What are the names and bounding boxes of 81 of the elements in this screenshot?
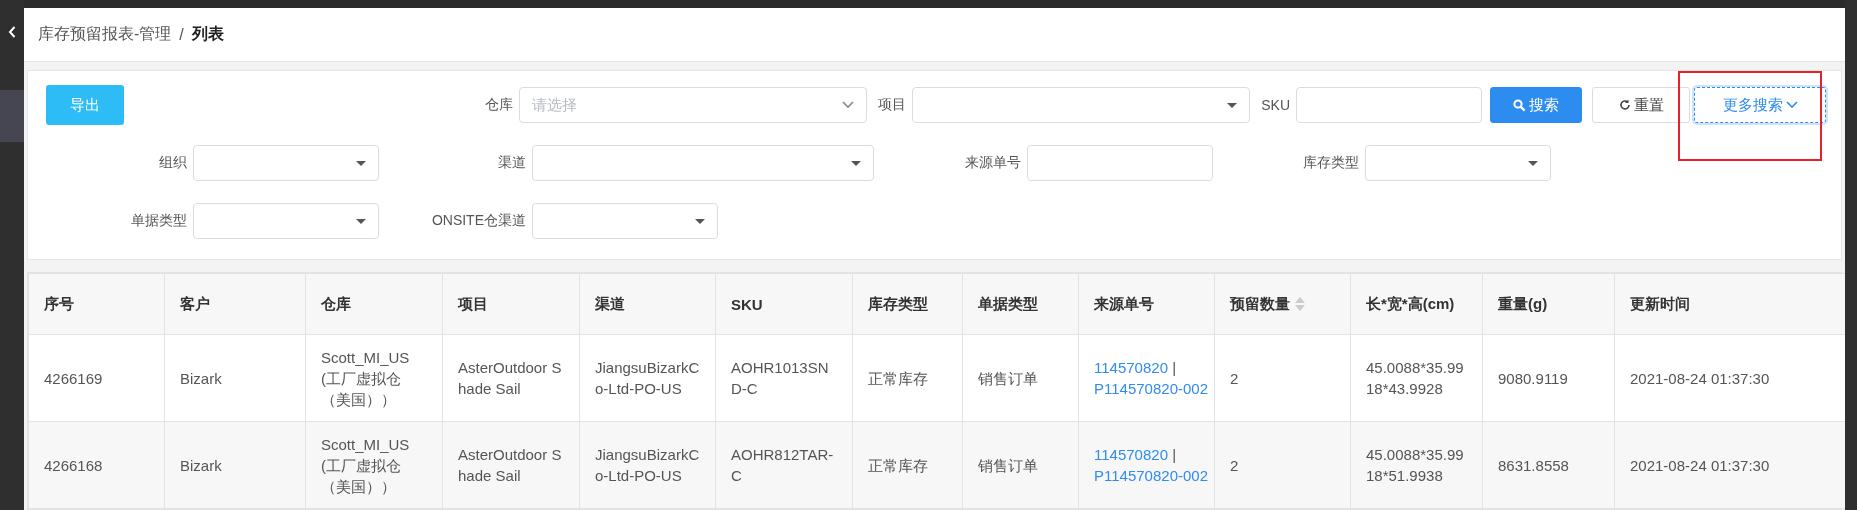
caret-down-icon bbox=[356, 160, 366, 166]
column-header: 仓库 bbox=[305, 273, 443, 335]
export-button[interactable]: 导出 bbox=[46, 85, 124, 125]
chevron-down-icon bbox=[1785, 101, 1798, 109]
caret-down-icon bbox=[356, 218, 366, 224]
table-cell-text: 正常库存 bbox=[868, 456, 928, 474]
field-label: 仓库 bbox=[485, 96, 513, 114]
table-cell-text: 2021-08-24 01:37:30 bbox=[1630, 456, 1770, 474]
table-cell-text: AOHR1013SND-C bbox=[731, 359, 829, 397]
select-field[interactable] bbox=[532, 145, 874, 181]
select-field[interactable]: 请选择 bbox=[519, 87, 867, 123]
select-field[interactable] bbox=[193, 145, 379, 181]
column-header: 客户 bbox=[164, 273, 306, 335]
chevron-down-icon bbox=[842, 101, 854, 109]
column-header: 序号 bbox=[28, 273, 165, 335]
table-cell-text: 2 bbox=[1230, 369, 1239, 387]
table-cell-text: 45.0088*35.9918*43.9928 bbox=[1366, 359, 1464, 397]
sidebar-tab[interactable] bbox=[0, 90, 24, 142]
refresh-icon bbox=[1618, 99, 1631, 111]
column-header: 来源单号 bbox=[1078, 273, 1215, 335]
separator-text: | bbox=[1171, 446, 1177, 463]
input-field[interactable] bbox=[1296, 87, 1482, 123]
order-link[interactable]: P114570820-002 bbox=[1094, 378, 1208, 399]
table-cell-text: JiangsuBizarkCo-Ltd-PO-US bbox=[595, 359, 700, 397]
select-field[interactable] bbox=[912, 87, 1250, 123]
field-label: 库存类型 bbox=[1303, 154, 1359, 172]
more-search-button[interactable]: 更多搜索 bbox=[1694, 87, 1826, 123]
caret-down-icon bbox=[1528, 160, 1538, 166]
table-cell-text: AsterOutdoor Shade Sail bbox=[458, 446, 562, 484]
table-cell-text: 2 bbox=[1230, 456, 1239, 474]
field-label: SKU bbox=[1261, 97, 1290, 113]
search-icon bbox=[1513, 98, 1526, 112]
breadcrumb-separator: / bbox=[179, 25, 184, 44]
search-button[interactable]: 搜索 bbox=[1490, 87, 1582, 123]
caret-down-icon bbox=[1227, 102, 1237, 108]
table-cell-text: 8631.8558 bbox=[1498, 456, 1569, 474]
field-label: 项目 bbox=[878, 96, 906, 114]
select-field[interactable] bbox=[193, 203, 379, 239]
column-header: 渠道 bbox=[579, 273, 716, 335]
field-label: 组织 bbox=[159, 154, 187, 172]
input-field[interactable] bbox=[1027, 145, 1213, 181]
chevron-left-icon[interactable] bbox=[8, 26, 16, 38]
table-cell-text: JiangsuBizarkCo-Ltd-PO-US bbox=[595, 446, 700, 484]
field-label: 单据类型 bbox=[131, 212, 187, 230]
column-header: 重量(g) bbox=[1482, 273, 1615, 335]
column-header: 单据类型 bbox=[962, 273, 1079, 335]
caret-down-icon bbox=[695, 218, 705, 224]
breadcrumb-link[interactable]: 库存预留报表-管理 bbox=[38, 24, 172, 45]
table-cell-text: 4266169 bbox=[44, 369, 103, 387]
table-cell-text: Bizark bbox=[180, 369, 222, 387]
table-cell-text: 4266168 bbox=[44, 456, 103, 474]
sort-icon[interactable] bbox=[1294, 296, 1306, 312]
breadcrumb-current: 列表 bbox=[191, 24, 224, 44]
separator-text: | bbox=[1171, 359, 1177, 376]
table-cell-text: 9080.9119 bbox=[1498, 369, 1568, 387]
caret-down-icon bbox=[851, 160, 861, 166]
table-cell-text: 销售订单 bbox=[978, 456, 1038, 474]
table-cell-text: 销售订单 bbox=[978, 369, 1038, 387]
table-cell-text: 2021-08-24 01:37:30 bbox=[1630, 369, 1770, 387]
field-label: ONSITE仓渠道 bbox=[431, 212, 526, 230]
select-field[interactable] bbox=[532, 203, 718, 239]
reset-button[interactable]: 重置 bbox=[1592, 87, 1690, 123]
table-cell-text: 正常库存 bbox=[868, 369, 928, 387]
order-link[interactable]: 114570820 bbox=[1094, 444, 1168, 465]
column-header: 项目 bbox=[442, 273, 580, 335]
column-header: 库存类型 bbox=[852, 273, 963, 335]
table-cell-text: AOHR812TAR-C bbox=[731, 446, 834, 484]
column-header: 更新时间 bbox=[1614, 273, 1845, 335]
column-header: SKU bbox=[715, 273, 853, 335]
table-cell-text: Scott_MI_US(工厂虚拟仓（美国）） bbox=[321, 435, 410, 495]
table-cell-text: Scott_MI_US(工厂虚拟仓（美国）） bbox=[321, 348, 410, 408]
table-cell-text: 45.0088*35.9918*51.9938 bbox=[1366, 446, 1464, 484]
order-link[interactable]: 114570820 bbox=[1094, 357, 1168, 378]
select-field[interactable] bbox=[1365, 145, 1551, 181]
column-header: 长*宽*高(cm) bbox=[1350, 273, 1483, 335]
field-label: 来源单号 bbox=[965, 154, 1021, 172]
column-header[interactable]: 预留数量 bbox=[1214, 273, 1351, 335]
field-label: 渠道 bbox=[498, 154, 526, 172]
table-cell-text: AsterOutdoor Shade Sail bbox=[458, 359, 562, 397]
table-cell-text: Bizark bbox=[180, 456, 222, 474]
order-link[interactable]: P114570820-002 bbox=[1094, 465, 1208, 486]
